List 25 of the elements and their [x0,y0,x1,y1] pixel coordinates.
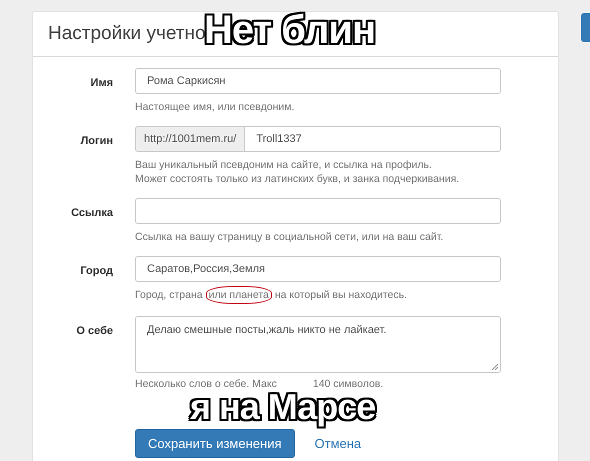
input-field[interactable]: Troll1337 [245,126,501,152]
form-hint: 140 символов. [312,377,384,391]
form-hint: Может состоять только из латинских букв, и занка подчеркивания. [135,172,460,186]
form-hint: Ссылка на вашу страницу в социальной сети, или на ваш сайт. [135,230,444,244]
resize-grip-icon[interactable] [492,364,498,370]
form-hint: на который вы находитесь. [274,288,408,303]
circled-hint-text: или планета [206,286,272,304]
form-hint: Ваш уникальный псевдоним на сайте, и ссылка на профиль. [135,158,433,172]
text-area[interactable]: Делаю смешные посты,жаль никто не лайкает. [135,316,501,373]
field-label: Имя [90,76,114,91]
save-button[interactable]: Сохранить изменения [135,429,294,458]
field-label: Логин [80,134,114,149]
panel-title: Настройки учетно [48,23,206,44]
form-hint: Настоящее имя, или псевдоним. [135,100,296,114]
field-label: О себе [75,324,114,339]
field-label: Город [79,264,114,279]
meme-caption: Нет блин [204,10,376,50]
url-prefix: http://1001mem.ru/ [135,126,246,152]
input-field[interactable]: Саратов,Россия,Земля [135,256,501,282]
input-field[interactable] [135,198,501,224]
field-label: Ссылка [70,206,114,221]
cancel-link[interactable]: Отмена [314,436,362,451]
input-field[interactable]: Рома Саркисян [135,68,501,94]
form-hint: Город, страна [135,288,203,303]
form-hint: Несколько слов о себе. Макс [135,377,277,391]
